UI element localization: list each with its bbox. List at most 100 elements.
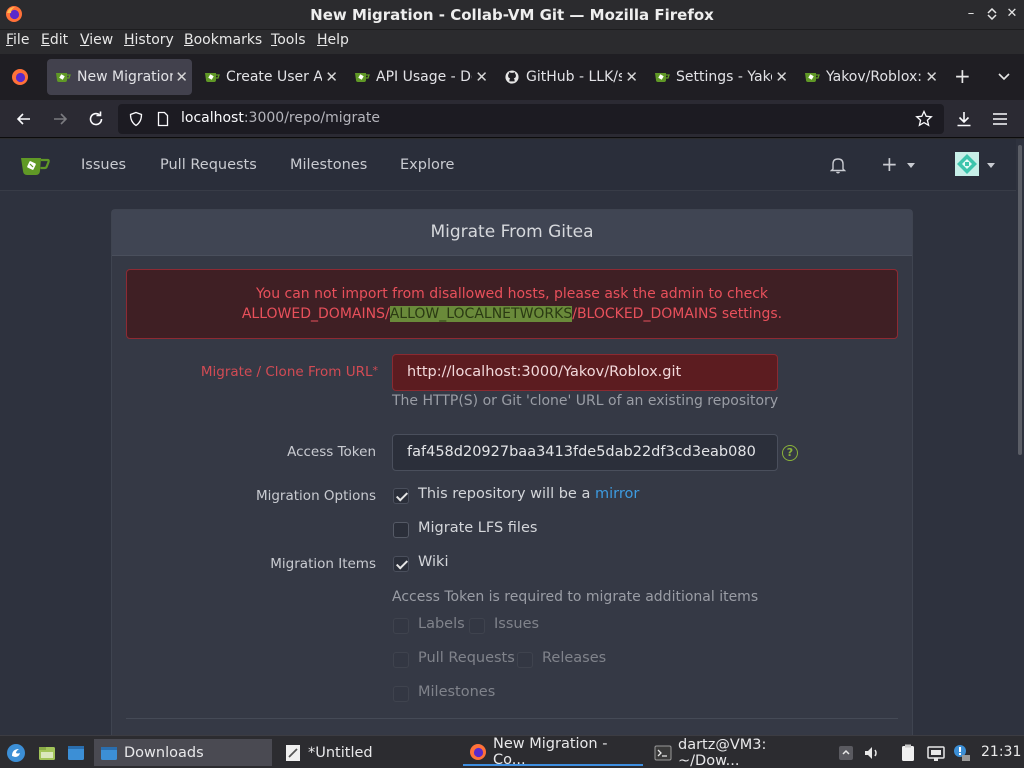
labels-checkbox[interactable] xyxy=(393,618,409,634)
token-required-note: Access Token is required to migrate addi… xyxy=(392,589,759,605)
firefox-icon xyxy=(470,743,486,760)
gitea-navbar: Issues Pull Requests Milestones Explore … xyxy=(0,139,1016,191)
network-icon[interactable] xyxy=(926,743,946,763)
nav-milestones[interactable]: Milestones xyxy=(290,157,367,173)
menu-bookmarks[interactable]: Bookmarks xyxy=(184,32,262,48)
lfs-checkbox-label[interactable]: Migrate LFS files xyxy=(418,520,537,536)
highlighted-setting: ALLOW_LOCALNETWORKS xyxy=(389,306,573,322)
new-tab-button[interactable]: + xyxy=(954,66,971,86)
mirror-checkbox-label[interactable]: This repository will be a mirror xyxy=(418,486,639,502)
url-text[interactable]: localhost:3000/repo/migrate xyxy=(181,110,380,126)
page-info-icon[interactable] xyxy=(155,111,171,127)
start-menu-icon[interactable] xyxy=(6,743,26,763)
shield-icon[interactable] xyxy=(128,111,144,127)
form-title: Migrate From Gitea xyxy=(112,210,912,256)
minimize-icon[interactable]: – xyxy=(963,6,979,22)
wiki-checkbox-label[interactable]: Wiki xyxy=(418,554,448,570)
menu-view[interactable]: View xyxy=(80,32,113,48)
user-avatar[interactable] xyxy=(955,152,979,176)
releases-checkbox-label: Releases xyxy=(542,650,607,666)
forward-arrow-icon[interactable] xyxy=(50,109,70,129)
form-divider xyxy=(126,718,898,719)
github-favicon-icon xyxy=(505,70,519,84)
tab-api-usage[interactable]: API Usage - Do ✕ xyxy=(346,59,492,95)
taskbar-item-untitled[interactable]: *Untitled xyxy=(278,739,456,766)
close-tab-icon[interactable]: ✕ xyxy=(925,68,938,86)
user-menu-caret-icon[interactable] xyxy=(987,163,995,168)
milestones-checkbox-label: Milestones xyxy=(418,684,496,700)
issues-checkbox-label: Issues xyxy=(494,616,540,632)
clone-url-help: The HTTP(S) or Git 'clone' URL of an exi… xyxy=(392,393,779,409)
lfs-checkbox[interactable] xyxy=(393,522,409,538)
releases-checkbox[interactable] xyxy=(517,652,533,668)
menu-edit[interactable]: Edit xyxy=(41,32,68,48)
access-token-input[interactable]: faf458d20927baa3413fde5dab22df3cd3eab080 xyxy=(392,434,778,471)
create-menu-caret-icon[interactable] xyxy=(907,163,915,168)
error-message: You can not import from disallowed hosts… xyxy=(126,269,898,339)
close-tab-icon[interactable]: ✕ xyxy=(325,68,338,86)
gitea-logo-icon[interactable] xyxy=(20,152,50,178)
menu-bar: File Edit View History Bookmarks Tools H… xyxy=(0,30,1024,54)
pull-requests-checkbox[interactable] xyxy=(393,652,409,668)
mirror-link[interactable]: mirror xyxy=(595,486,639,502)
nav-pull-requests[interactable]: Pull Requests xyxy=(160,157,257,173)
navigation-toolbar: localhost:3000/repo/migrate xyxy=(0,100,1024,138)
taskbar-item-firefox[interactable]: New Migration - Co... xyxy=(463,736,643,768)
gitea-page: Issues Pull Requests Milestones Explore … xyxy=(0,139,1016,735)
wiki-checkbox[interactable] xyxy=(393,556,409,572)
taskbar-item-terminal[interactable]: dartz@VM3: ~/Dow... xyxy=(648,737,828,768)
bookmark-star-icon[interactable] xyxy=(915,110,933,128)
menu-help[interactable]: Help xyxy=(317,32,349,48)
clipboard-icon[interactable] xyxy=(898,743,918,763)
create-new-plus-icon[interactable]: + xyxy=(881,154,898,174)
tab-github[interactable]: GitHub - LLK/s ✕ xyxy=(496,59,642,95)
gitea-favicon-icon xyxy=(805,73,820,82)
url-bar[interactable]: localhost:3000/repo/migrate xyxy=(118,104,944,134)
back-arrow-icon[interactable] xyxy=(14,109,34,129)
mirror-checkbox[interactable] xyxy=(393,488,409,504)
close-tab-icon[interactable]: ✕ xyxy=(175,68,188,86)
menu-history[interactable]: History xyxy=(124,32,174,48)
downloads-icon[interactable] xyxy=(954,109,974,129)
volume-icon[interactable] xyxy=(862,743,882,763)
close-tab-icon[interactable]: ✕ xyxy=(625,68,638,86)
taskbar-clock[interactable]: 21:31 xyxy=(981,744,1021,760)
show-desktop-icon[interactable] xyxy=(66,743,86,763)
page-scrollbar[interactable] xyxy=(1016,139,1024,735)
pull-requests-checkbox-label: Pull Requests xyxy=(418,650,515,666)
labels-checkbox-label: Labels xyxy=(418,616,465,632)
reload-icon[interactable] xyxy=(86,109,106,129)
close-window-icon[interactable]: ✕ xyxy=(1004,6,1020,22)
window-title: New Migration - Collab-VM Git — Mozilla … xyxy=(310,6,714,24)
help-question-icon[interactable]: ? xyxy=(782,445,798,461)
text-editor-icon xyxy=(286,744,300,761)
close-tab-icon[interactable]: ✕ xyxy=(475,68,488,86)
clone-url-label: Migrate / Clone From URL* xyxy=(200,364,378,380)
tab-settings[interactable]: Settings - Yako ✕ xyxy=(646,59,792,95)
file-manager-icon[interactable] xyxy=(37,743,57,763)
scrollbar-thumb[interactable] xyxy=(1018,145,1022,455)
close-tab-icon[interactable]: ✕ xyxy=(775,68,788,86)
issues-checkbox[interactable] xyxy=(469,618,485,634)
folder-icon xyxy=(101,746,117,760)
tab-create-user[interactable]: Create User Ac ✕ xyxy=(196,59,342,95)
system-tray-arrow-icon[interactable] xyxy=(836,743,856,763)
milestones-checkbox[interactable] xyxy=(393,686,409,702)
tab-new-migration[interactable]: New Migration ✕ xyxy=(47,59,192,95)
tab-yakov-roblox[interactable]: Yakov/Roblox: ✕ xyxy=(796,59,942,95)
nav-explore[interactable]: Explore xyxy=(400,157,454,173)
migration-items-label: Migration Items xyxy=(270,556,376,572)
notification-icon[interactable] xyxy=(952,743,972,763)
firefox-view-icon[interactable] xyxy=(11,68,29,86)
clone-url-input[interactable]: http://localhost:3000/Yakov/Roblox.git xyxy=(392,354,778,391)
taskbar-item-downloads[interactable]: Downloads xyxy=(94,739,272,766)
maximize-icon[interactable] xyxy=(984,6,1000,22)
hamburger-menu-icon[interactable] xyxy=(990,109,1010,129)
gitea-favicon-icon xyxy=(355,73,370,82)
menu-tools[interactable]: Tools xyxy=(271,32,306,48)
list-all-tabs-icon[interactable] xyxy=(996,68,1012,84)
nav-issues[interactable]: Issues xyxy=(81,157,126,173)
notification-bell-icon[interactable] xyxy=(830,156,846,174)
menu-file[interactable]: File xyxy=(6,32,29,48)
gitea-favicon-icon xyxy=(205,73,220,82)
